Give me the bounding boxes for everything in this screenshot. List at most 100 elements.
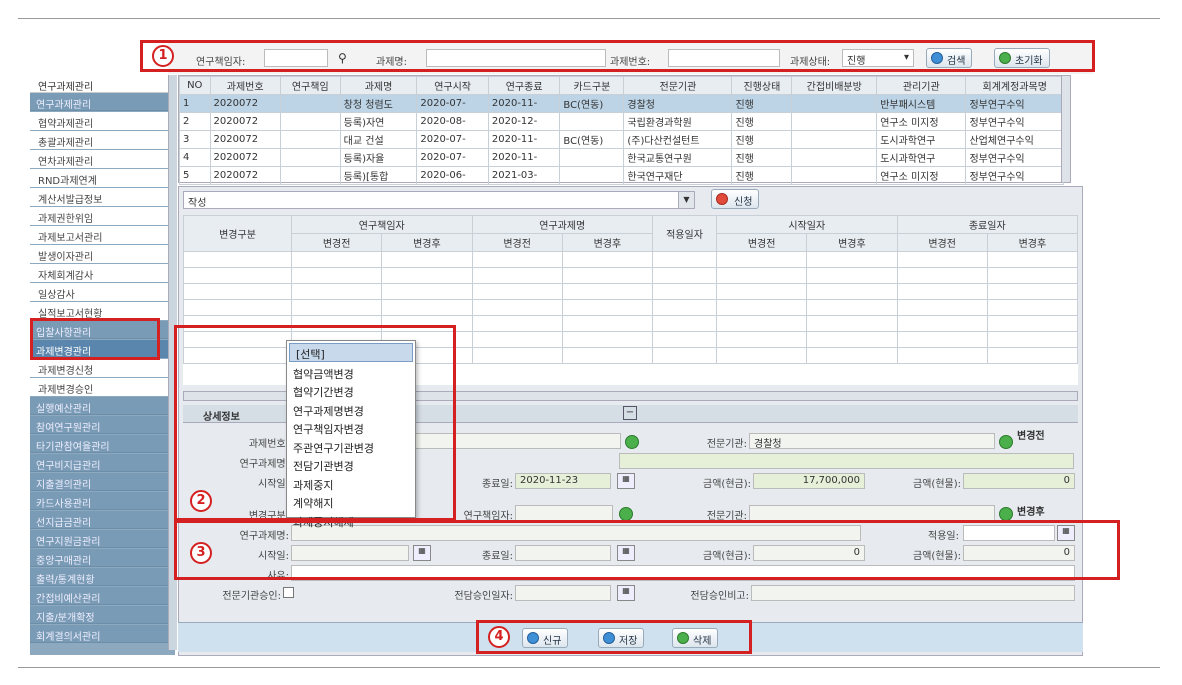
calendar-icon[interactable]: ▦: [617, 585, 635, 601]
sidebar-item[interactable]: 지출결의관리: [30, 473, 175, 491]
charge-note-field[interactable]: [751, 585, 1075, 601]
table-row[interactable]: [183, 267, 1079, 284]
sidebar-item[interactable]: 선지급금관리: [30, 511, 175, 529]
grid-cell: [791, 148, 878, 167]
grid-header[interactable]: 전문기관: [623, 76, 733, 95]
sidebar-item[interactable]: 참여연구원관리: [30, 416, 175, 434]
grid-header[interactable]: 연구종료: [487, 76, 561, 95]
empty-cell: [471, 251, 563, 268]
sidebar-item[interactable]: 협약과제관리: [30, 112, 175, 130]
sidebar-item[interactable]: 출력/통계현황: [30, 568, 175, 586]
sidebar-item[interactable]: 타기관참여율관리: [30, 435, 175, 453]
table-row[interactable]: [183, 251, 1079, 268]
empty-cell: [471, 331, 563, 348]
sidebar-item[interactable]: 자체회계감사: [30, 264, 175, 282]
empty-cell: [561, 331, 654, 348]
grid-cell: 한국교통연구원: [623, 148, 733, 167]
agency-approve-label: 전문기관승인:: [222, 591, 281, 602]
sidebar-item[interactable]: 간접비예산관리: [30, 587, 175, 605]
grid-cell: 경찰청: [623, 94, 733, 113]
grid-cell: 2020072: [209, 148, 281, 167]
calendar-icon[interactable]: ▦: [617, 473, 635, 489]
grid-header[interactable]: 연구책임: [279, 76, 341, 95]
empty-cell: [652, 315, 717, 332]
sidebar-item[interactable]: 과제변경승인: [30, 378, 175, 396]
sidebar-item[interactable]: 과제권한위임: [30, 207, 175, 225]
grid-header[interactable]: 진행상태: [731, 76, 793, 95]
grid-cell: [791, 130, 878, 149]
empty-cell: [652, 283, 717, 300]
table-row[interactable]: 3 2020072 대교 건설 2020-07- 2020-11- BC(연동) (주)다산…: [179, 130, 1064, 149]
empty-cell: [806, 331, 898, 348]
empty-cell: [471, 267, 563, 284]
grid-header[interactable]: 연구시작: [416, 76, 489, 95]
dropdown-value: 작성: [188, 198, 207, 209]
empty-cell: [652, 331, 717, 348]
sidebar-item[interactable]: RND과제연계: [30, 169, 175, 187]
change-type-dropdown[interactable]: 작성 ▼: [183, 191, 695, 209]
sidebar-item[interactable]: 발생이자관리: [30, 245, 175, 263]
after-tag: 변경후: [1017, 507, 1045, 518]
sidebar-item[interactable]: 과제변경신청: [30, 359, 175, 377]
grid-cell: 2020-12-: [487, 112, 561, 131]
empty-cell: [896, 347, 988, 364]
grid-header[interactable]: 관리기관: [876, 76, 967, 95]
grid-cell: (주)다산컨설턴트: [623, 130, 733, 149]
grid-header[interactable]: 과제명: [339, 76, 418, 95]
grid-header[interactable]: 카드구분: [559, 76, 625, 95]
grid-cell: 5: [179, 166, 211, 185]
collapse-icon[interactable]: −: [623, 406, 637, 420]
table-row[interactable]: 4 2020072 등록)자율 2020-07- 2020-11- 한국교통연구원 진행 도시…: [179, 148, 1064, 167]
sidebar-item[interactable]: 지출/분개확정: [30, 606, 175, 624]
sidebar-item[interactable]: 과제보고서관리: [30, 226, 175, 244]
sidebar-item[interactable]: 카드사용관리: [30, 492, 175, 510]
empty-cell: [715, 347, 808, 364]
sidebar-item[interactable]: 총괄과제관리: [30, 131, 175, 149]
empty-cell: [290, 267, 383, 284]
table-row[interactable]: 5 2020072 등록)[통합 2020-06- 2021-03- 한국연구재단 진행 연구…: [179, 166, 1064, 185]
researcher-after-field[interactable]: [515, 505, 613, 521]
apply-button[interactable]: 신청: [711, 189, 760, 209]
table-row[interactable]: [183, 283, 1079, 300]
table-row[interactable]: 2 2020072 등록)자연 2020-08- 2020-12- 국립환경과학원 진행 연구…: [179, 112, 1064, 131]
col-before: 변경전: [715, 233, 808, 252]
grid-header[interactable]: NO: [179, 76, 211, 95]
marker-3: 3: [190, 542, 212, 564]
sidebar-item[interactable]: 연구지원금관리: [30, 530, 175, 548]
sidebar-item[interactable]: 실행예산관리: [30, 397, 175, 415]
charge-date-field[interactable]: [515, 585, 611, 601]
table-row[interactable]: 1 2020072 창청 청렴도 2020-07- 2020-11- BC(연동) 경찰청 진…: [179, 94, 1064, 113]
sidebar-item[interactable]: 연구과제관리: [30, 93, 175, 111]
sidebar-item[interactable]: 중앙구매관리: [30, 549, 175, 567]
grid-header[interactable]: 과제번호: [209, 76, 281, 95]
sidebar-item[interactable]: 일상감사: [30, 283, 175, 301]
empty-cell: [986, 267, 1079, 284]
sidebar-item[interactable]: 연구비지급관리: [30, 454, 175, 472]
apply-button-label: 신청: [734, 197, 753, 208]
sidebar-item[interactable]: 계산서발급정보: [30, 188, 175, 206]
grid-cell: 도시과학연구: [876, 130, 967, 149]
grid-cell: [791, 112, 878, 131]
empty-cell: [806, 251, 898, 268]
task-name-field: [619, 453, 1074, 469]
grid-cell: 2020-11-: [487, 148, 561, 167]
agency-after-lookup-icon[interactable]: [999, 507, 1013, 521]
grid-header[interactable]: 회계계정과목명: [965, 76, 1064, 95]
task-no-lookup-icon[interactable]: [625, 435, 639, 449]
empty-cell: [806, 283, 898, 300]
researcher-lookup-icon[interactable]: [619, 507, 633, 521]
grid-scrollbar[interactable]: [1061, 76, 1070, 182]
agency-lookup-icon[interactable]: [999, 435, 1013, 449]
col-researcher: 연구책임자: [291, 215, 473, 234]
sidebar-item[interactable]: 연차과제관리: [30, 150, 175, 168]
col-end: 종료일자: [896, 215, 1078, 234]
agency-approve-checkbox[interactable]: [283, 587, 294, 598]
annotation-box-3: [174, 520, 1120, 580]
agency-after-field[interactable]: [749, 505, 995, 521]
grid-cell: 2020072: [209, 130, 281, 149]
sidebar-item[interactable]: 회계결의서관리: [30, 625, 175, 643]
grid-header[interactable]: 간접비배분방: [791, 76, 878, 95]
grid-cell: 창청 청렴도: [339, 94, 418, 113]
task-grid: NO 과제번호 연구책임 과제명 연구시작 연구종료 카드구분 전문기관 진행상태 간접비배분방 관…: [178, 75, 1071, 185]
table-row[interactable]: [183, 299, 1079, 316]
